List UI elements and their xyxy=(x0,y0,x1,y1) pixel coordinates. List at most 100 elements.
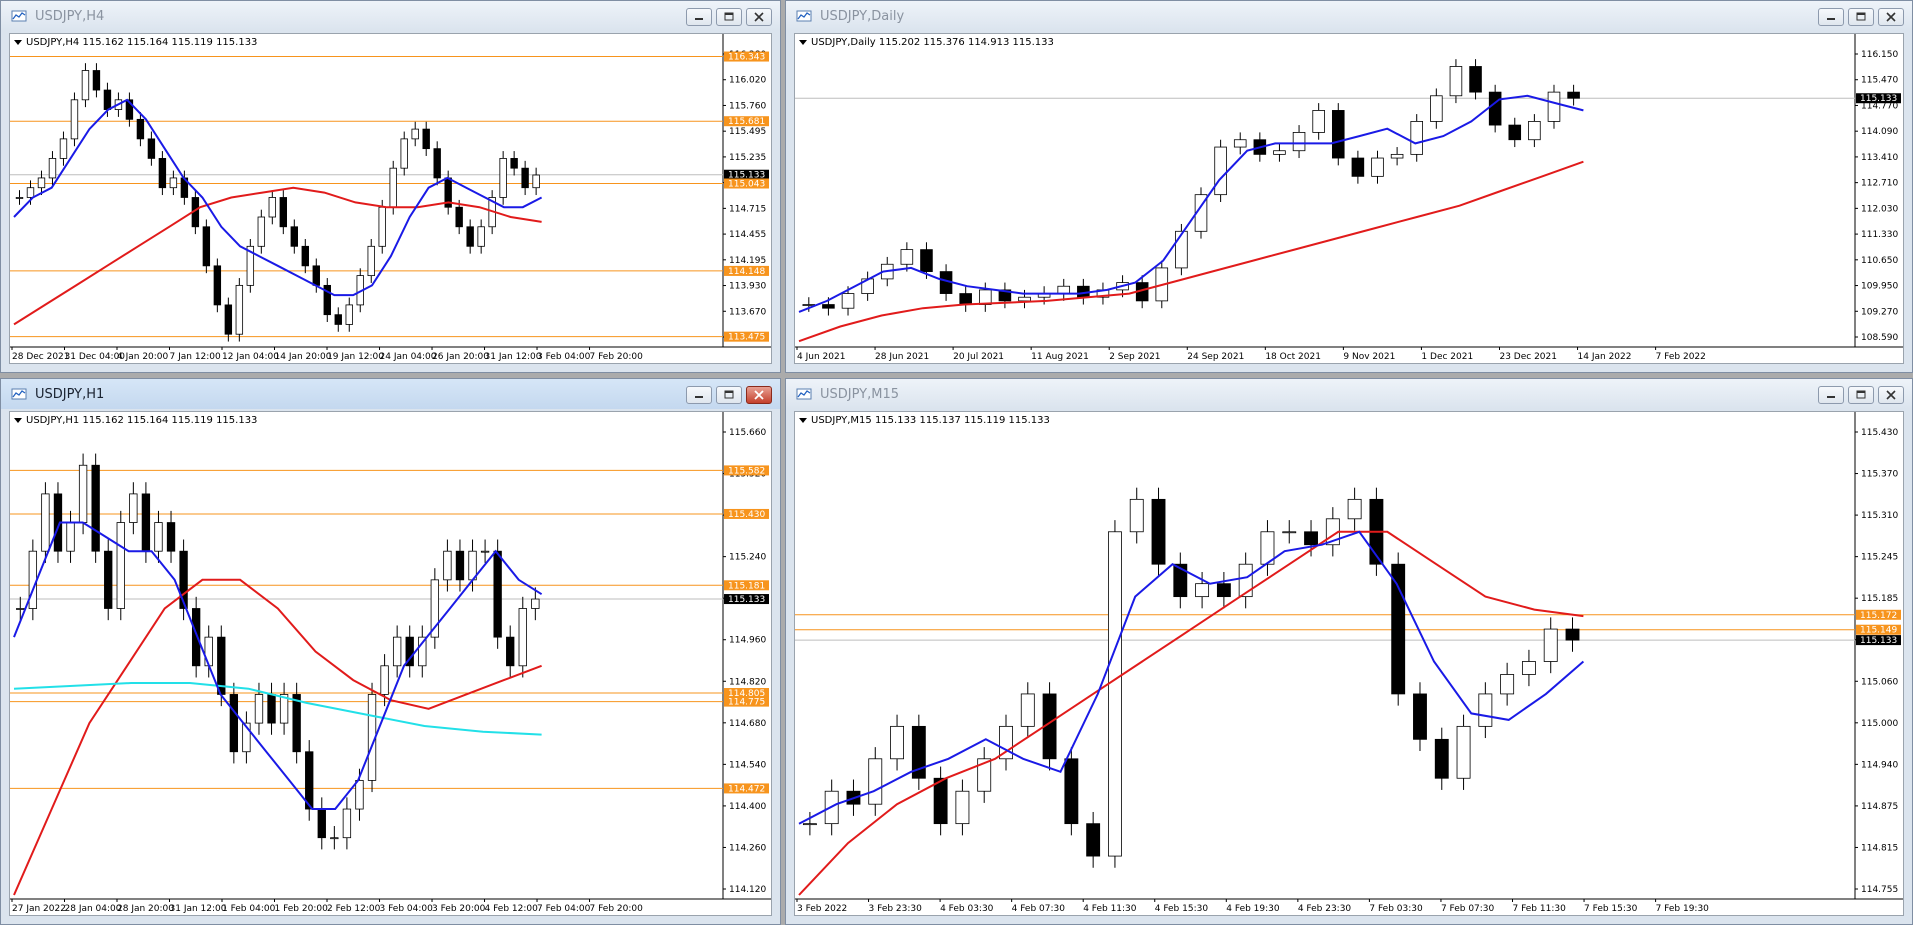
minimize-button[interactable] xyxy=(1818,8,1844,26)
candle-body xyxy=(1469,66,1482,93)
dropdown-triangle-icon[interactable] xyxy=(799,39,807,45)
price-tick-label: 114.455 xyxy=(729,230,766,240)
candle-body xyxy=(1064,758,1079,825)
window-titlebar[interactable]: USDJPY,Daily xyxy=(786,1,1912,31)
candle-body xyxy=(229,694,239,753)
minimize-button[interactable] xyxy=(686,386,712,404)
price-label-value: 115.172 xyxy=(1860,611,1897,621)
candle-body xyxy=(1018,296,1031,302)
time-tick-label: 7 Feb 15:30 xyxy=(1584,904,1638,914)
candle-body xyxy=(154,522,163,552)
candle-body xyxy=(1233,139,1247,148)
candle-body xyxy=(493,550,502,638)
candle-body xyxy=(342,808,352,839)
dropdown-triangle-icon[interactable] xyxy=(799,417,807,423)
close-button[interactable] xyxy=(746,8,772,26)
candle-body xyxy=(380,665,389,695)
time-tick-label: 7 Feb 04:00 xyxy=(537,904,591,914)
window-titlebar[interactable]: USDJPY,H4 xyxy=(1,1,780,31)
time-tick-label: 2 Sep 2021 xyxy=(1109,352,1160,362)
price-tick-label: 114.680 xyxy=(729,719,766,729)
chart-plot-area[interactable]: 115.660115.520115.380115.240115.100114.9… xyxy=(9,411,772,916)
chart-window-usdjpy-h4[interactable]: USDJPY,H4 116.280116.020115.760115.49511… xyxy=(0,0,781,373)
price-chart[interactable]: 115.660115.520115.380115.240115.100114.9… xyxy=(10,412,771,915)
window-titlebar[interactable]: USDJPY,H1 xyxy=(1,379,780,409)
close-button[interactable] xyxy=(746,386,772,404)
candle-body xyxy=(367,245,375,277)
candle-body xyxy=(141,493,151,552)
candle-body xyxy=(531,598,540,609)
chart-plot-area[interactable]: 116.280116.020115.760115.495115.235114.9… xyxy=(9,33,772,364)
moving-average-cyan xyxy=(13,682,542,736)
candle-body xyxy=(900,249,914,265)
window-title: USDJPY,H1 xyxy=(35,386,105,402)
candle-body xyxy=(933,777,948,825)
chart-ohlc-header: USDJPY,M15 115.133 115.137 115.119 115.1… xyxy=(799,415,1050,426)
chart-plot-area[interactable]: 116.150 115.470 114.770 114.090 113.410 112.7… xyxy=(794,33,1904,364)
minimize-button[interactable] xyxy=(686,8,712,26)
close-icon xyxy=(1886,390,1896,400)
window-titlebar[interactable]: USDJPY,M15 xyxy=(786,379,1912,409)
price-tick-label: 114.960 xyxy=(729,636,766,646)
candle-body xyxy=(1567,91,1580,99)
candle-body xyxy=(1500,674,1515,695)
candle-body xyxy=(1410,121,1423,155)
candle-body xyxy=(279,197,288,228)
price-tick-label: 112.710 xyxy=(1861,179,1898,189)
candle-body xyxy=(959,293,972,305)
price-tick-label: 115.185 xyxy=(1861,594,1898,604)
maximize-button[interactable] xyxy=(1848,386,1874,404)
time-tick-label: 31 Jan 12:00 xyxy=(170,904,227,914)
close-button[interactable] xyxy=(1878,8,1904,26)
time-tick-label: 18 Oct 2021 xyxy=(1265,352,1321,362)
candle-body xyxy=(104,550,113,609)
chart-window-usdjpy-daily[interactable]: USDJPY,Daily 116.150 115.470 114.770 114.09… xyxy=(785,0,1913,373)
price-chart[interactable]: 115.430 115.370 115.310 115.245 115.185 115.1… xyxy=(795,412,1903,915)
candle-body xyxy=(1273,150,1286,155)
dropdown-triangle-icon[interactable] xyxy=(14,39,22,45)
price-chart[interactable]: 116.150115.470114.770114.090113.410112.7… xyxy=(795,34,1903,363)
price-tick-label: 115.000 xyxy=(1861,719,1898,729)
price-tick-label: 115.245 xyxy=(1861,553,1898,563)
time-tick-label: 3 Feb 20:00 xyxy=(432,904,486,914)
minimize-button[interactable] xyxy=(1818,386,1844,404)
price-tick-label: 108.590 xyxy=(1861,333,1898,343)
chart-window-usdjpy-h1[interactable]: USDJPY,H1 115.660115.520115.380115.24011… xyxy=(0,378,781,925)
maximize-button[interactable] xyxy=(716,386,742,404)
price-label-value: 115.430 xyxy=(728,510,765,520)
candle-body xyxy=(334,314,342,325)
candle-body xyxy=(868,758,883,805)
dropdown-triangle-icon[interactable] xyxy=(14,417,22,423)
candle-body xyxy=(1175,230,1188,269)
time-tick-label: 24 Jan 04:00 xyxy=(380,352,437,362)
candle-body xyxy=(91,464,100,552)
price-label-value: 114.472 xyxy=(728,784,765,794)
candle-body xyxy=(890,725,904,760)
chart-window-usdjpy-m15[interactable]: USDJPY,M15 115.430 115.370 115.310 115.245 1… xyxy=(785,378,1913,925)
maximize-button[interactable] xyxy=(1848,8,1874,26)
price-tick-label: 115.660 xyxy=(729,428,766,438)
price-label-value: 115.181 xyxy=(728,581,765,591)
candle-body xyxy=(92,70,101,91)
close-button[interactable] xyxy=(1878,386,1904,404)
price-chart[interactable]: 116.280116.020115.760115.495115.235114.9… xyxy=(10,34,771,363)
candle-body xyxy=(532,174,540,189)
time-tick-label: 4 Jun 2021 xyxy=(797,352,845,362)
maximize-button[interactable] xyxy=(716,8,742,26)
minimize-icon xyxy=(1827,18,1835,20)
candle-body xyxy=(28,550,38,609)
time-tick-label: 19 Jan 12:00 xyxy=(327,352,384,362)
time-tick-label: 11 Aug 2021 xyxy=(1031,352,1089,362)
moving-average-red xyxy=(13,578,542,896)
candle-body xyxy=(191,608,201,667)
time-tick-label: 23 Dec 2021 xyxy=(1499,352,1557,362)
close-icon xyxy=(1886,12,1896,22)
time-tick-label: 12 Jan 04:00 xyxy=(222,352,279,362)
chart-plot-area[interactable]: 115.430 115.370 115.310 115.245 115.185 115.1… xyxy=(794,411,1904,916)
candle-body xyxy=(41,493,50,552)
candle-body xyxy=(136,118,145,140)
time-tick-label: 28 Jan 20:00 xyxy=(117,904,174,914)
price-tick-label: 114.195 xyxy=(729,256,766,266)
chart-ohlc-header: USDJPY,Daily 115.202 115.376 114.913 115… xyxy=(799,37,1054,48)
candle-body xyxy=(267,694,276,724)
